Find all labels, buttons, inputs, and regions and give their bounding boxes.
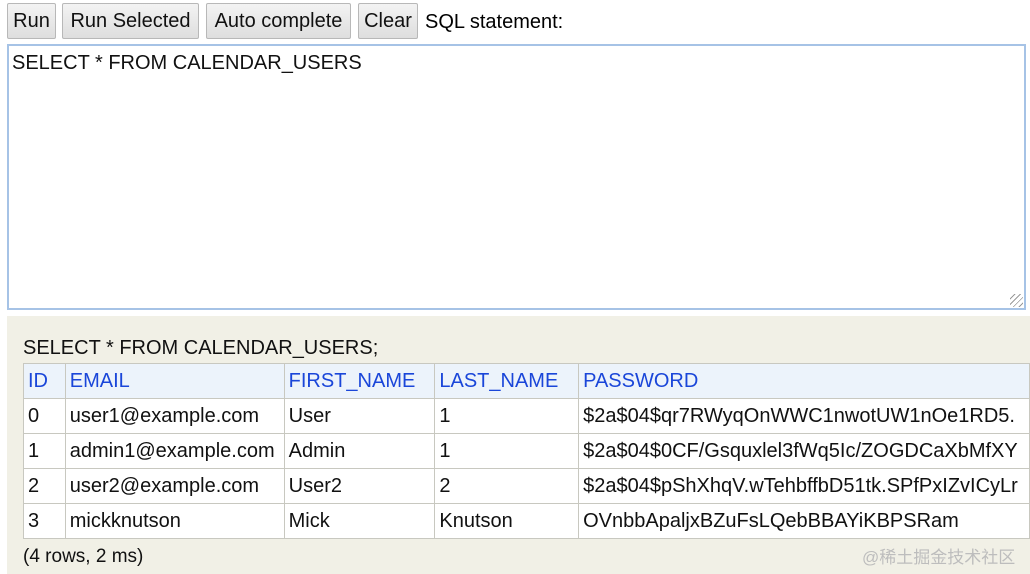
cell-password: $2a$04$qr7RWyqOnWWC1nwotUW1nOe1RD5. [578, 398, 1030, 434]
column-header-email[interactable]: EMAIL [64, 363, 285, 399]
column-header-last-name[interactable]: LAST_NAME [434, 363, 580, 399]
cell-last-name: 1 [434, 398, 580, 434]
table-row: 3 mickknutson Mick Knutson OVnbbApaljxBZ… [23, 503, 1030, 539]
cell-first-name: User [283, 398, 436, 434]
cell-email: admin1@example.com [64, 433, 285, 469]
cell-id: 3 [23, 503, 66, 539]
sql-statement-label: SQL statement: [425, 11, 564, 33]
cell-first-name: User2 [283, 468, 436, 504]
column-header-id[interactable]: ID [23, 363, 66, 399]
cell-password: $2a$04$0CF/Gsquxlel3fWq5Ic/ZOGDCaXbMfXY [578, 433, 1030, 469]
table-row: 1 admin1@example.com Admin 1 $2a$04$0CF/… [23, 433, 1030, 469]
header-row: ID EMAIL FIRST_NAME LAST_NAME PASSWORD [23, 363, 1030, 399]
cell-email: user2@example.com [64, 468, 285, 504]
toolbar: Run Run Selected Auto complete Clear SQL… [0, 0, 1030, 44]
run-selected-button[interactable]: Run Selected [62, 3, 199, 39]
cell-first-name: Mick [283, 503, 436, 539]
results-table: ID EMAIL FIRST_NAME LAST_NAME PASSWORD 0… [23, 363, 1030, 539]
cell-last-name: 1 [434, 433, 580, 469]
table-row: 2 user2@example.com User2 2 $2a$04$pShXh… [23, 468, 1030, 504]
executed-query: SELECT * FROM CALENDAR_USERS; [23, 337, 379, 359]
run-button[interactable]: Run [7, 3, 56, 39]
cell-last-name: 2 [434, 468, 580, 504]
resize-grip-icon[interactable] [1010, 294, 1023, 307]
cell-id: 2 [23, 468, 66, 504]
cell-password: OVnbbApaljxBZuFsLQebBBAYiKBPSRam [578, 503, 1030, 539]
sql-editor[interactable]: SELECT * FROM CALENDAR_USERS [7, 44, 1026, 310]
cell-id: 0 [23, 398, 66, 434]
result-summary: (4 rows, 2 ms) [23, 546, 144, 567]
clear-button[interactable]: Clear [358, 3, 418, 39]
table-row: 0 user1@example.com User 1 $2a$04$qr7RWy… [23, 398, 1030, 434]
cell-first-name: Admin [283, 433, 436, 469]
cell-email: mickknutson [64, 503, 285, 539]
cell-id: 1 [23, 433, 66, 469]
watermark: @稀土掘金技术社区 [862, 548, 1016, 567]
cell-email: user1@example.com [64, 398, 285, 434]
column-header-first-name[interactable]: FIRST_NAME [283, 363, 436, 399]
cell-password: $2a$04$pShXhqV.wTehbffbD51tk.SPfPxIZvICy… [578, 468, 1030, 504]
cell-last-name: Knutson [434, 503, 580, 539]
auto-complete-button[interactable]: Auto complete [206, 3, 351, 39]
column-header-password[interactable]: PASSWORD [578, 363, 1030, 399]
